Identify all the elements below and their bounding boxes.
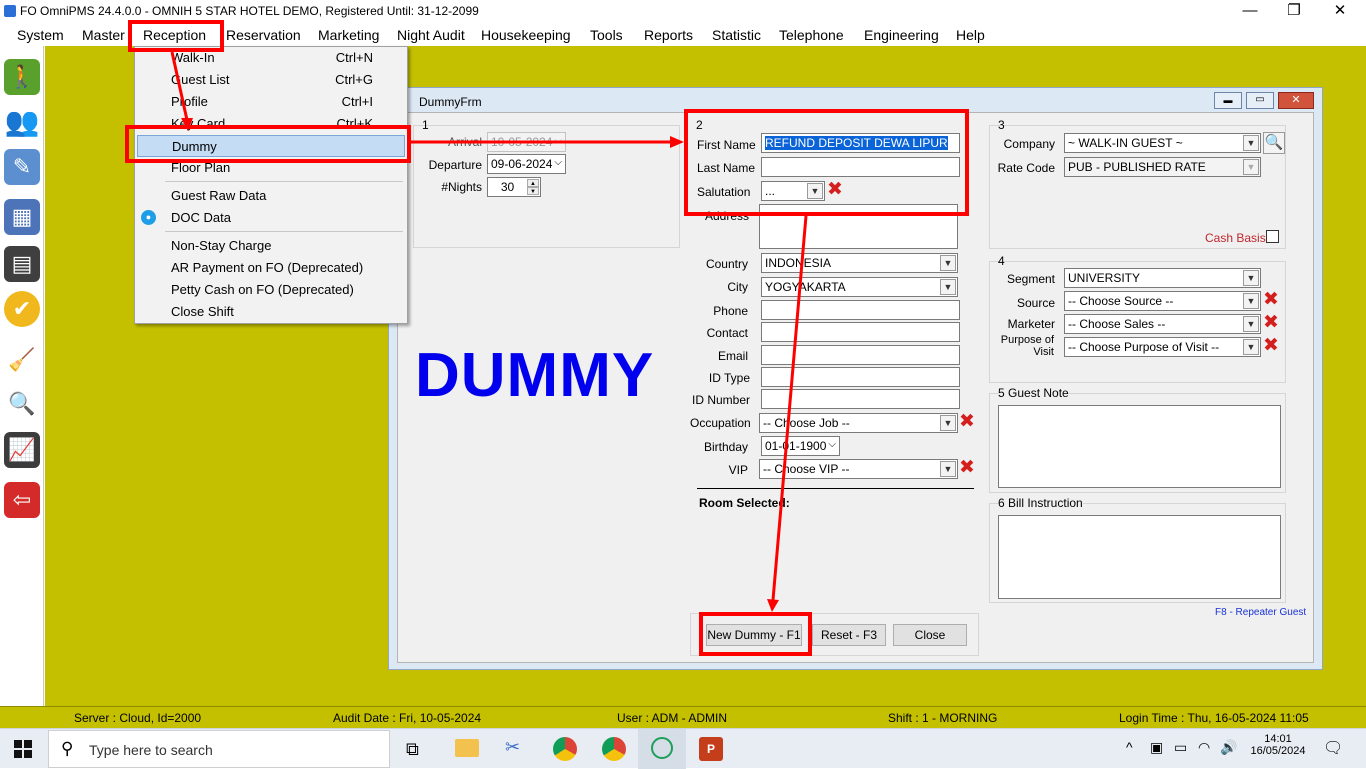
file-explorer-icon[interactable] (455, 739, 479, 757)
powerpoint-icon[interactable]: P (699, 737, 723, 761)
battery-icon[interactable]: ▭ (1174, 739, 1187, 756)
status-shift: Shift : 1 - MORNING (888, 711, 998, 725)
clock[interactable]: 14:01 16/05/2024 (1246, 733, 1310, 757)
notification-icon[interactable]: 🗨 (1323, 738, 1343, 758)
search-placeholder: Type here to search (89, 742, 213, 758)
status-login-time: Login Time : Thu, 16-05-2024 11:05 (1119, 711, 1309, 725)
omnipms-task-icon[interactable] (638, 729, 686, 769)
windows-start-icon[interactable] (14, 740, 32, 758)
wifi-icon[interactable]: ◠ (1198, 739, 1210, 756)
chrome-icon[interactable] (553, 737, 577, 761)
search-icon: ⚲ (61, 739, 74, 758)
snipping-tool-icon[interactable]: ✂ (505, 737, 529, 759)
status-user: User : ADM - ADMIN (617, 711, 728, 725)
status-server: Server : Cloud, Id=2000 (74, 711, 202, 725)
clock-time: 14:01 (1264, 733, 1292, 745)
annotation-arrows (170, 51, 808, 612)
device-icon[interactable]: ▣ (1150, 739, 1163, 756)
chrome-profile-icon[interactable] (602, 737, 626, 761)
taskbar: ⚲ Type here to search ⧉ ✂ P ^ ▣ ▭ ◠ 🔊 14… (0, 728, 1366, 769)
taskbar-search-box[interactable]: ⚲ Type here to search (48, 730, 390, 768)
chevron-up-icon[interactable]: ^ (1126, 739, 1133, 755)
volume-icon[interactable]: 🔊 (1220, 739, 1237, 756)
omnipms-icon (651, 737, 673, 759)
clock-date: 16/05/2024 (1250, 745, 1306, 757)
task-view-icon[interactable]: ⧉ (406, 739, 419, 760)
status-bar: Server : Cloud, Id=2000 Audit Date : Fri… (0, 706, 1366, 728)
status-audit-date: Audit Date : Fri, 10-05-2024 (333, 711, 482, 725)
